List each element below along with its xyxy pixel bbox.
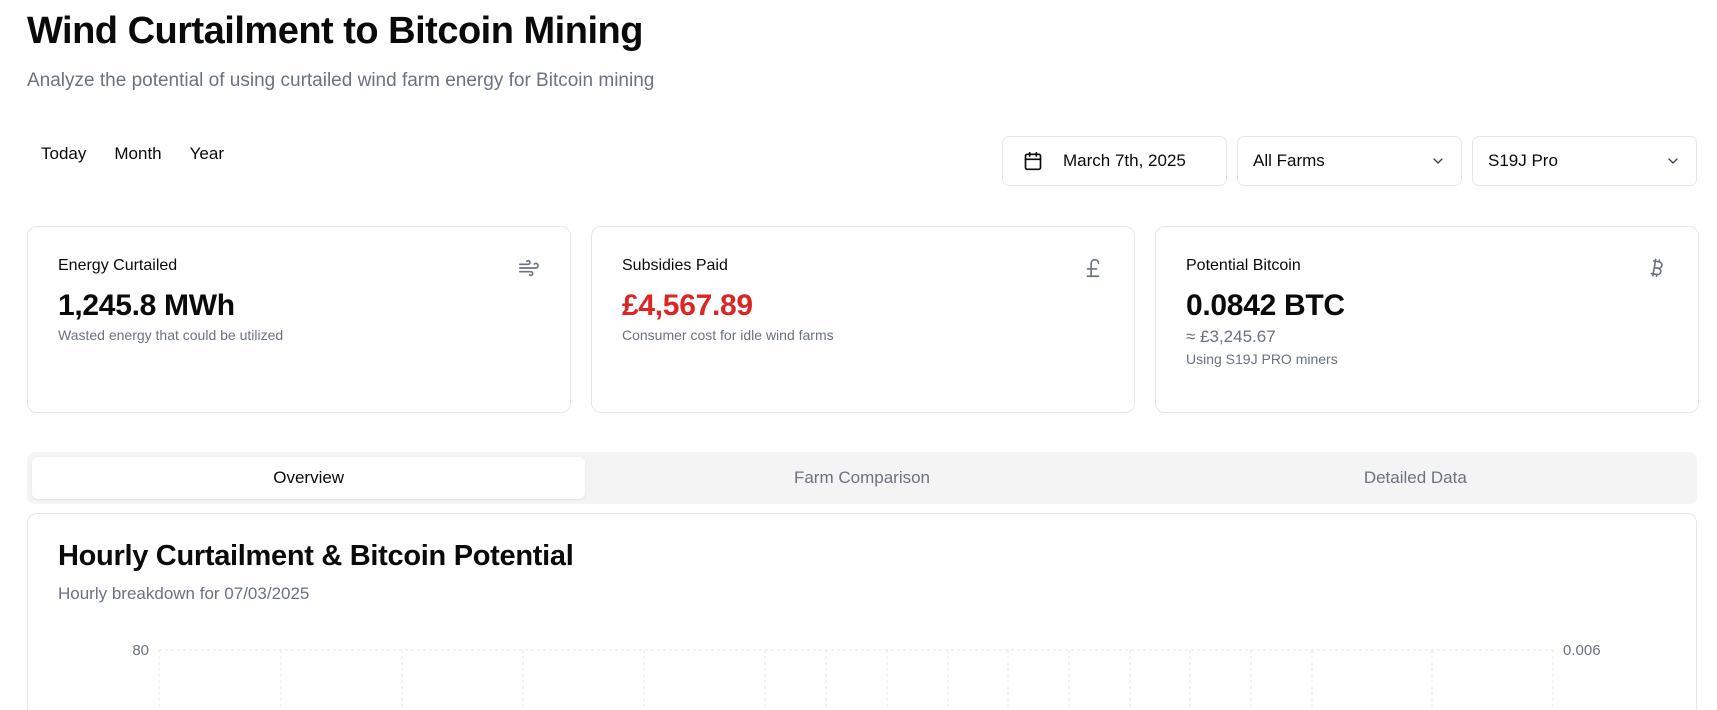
subsidies-paid-card: Subsidies Paid £4,567.89 Consumer cost f…	[591, 226, 1135, 413]
miner-select-value: S19J Pro	[1488, 151, 1558, 170]
period-tab-year[interactable]: Year	[176, 136, 238, 172]
y-left-tick-label: 80	[132, 642, 149, 659]
card-title: Subsidies Paid	[622, 257, 728, 274]
y-right-tick-label: 0.006	[1563, 642, 1601, 659]
chart-plot: 80 0.006	[132, 642, 1601, 710]
potential-bitcoin-card: Potential Bitcoin 0.0842 BTC ≈ £3,245.67…	[1155, 226, 1699, 413]
card-value: 0.0842 BTC	[1186, 289, 1345, 322]
filters-bar: March 7th, 2025 All Farms S19J Pro	[1002, 136, 1697, 186]
pound-icon	[1082, 257, 1104, 285]
miner-select[interactable]: S19J Pro	[1472, 136, 1697, 186]
card-title: Potential Bitcoin	[1186, 257, 1301, 274]
tab-detailed-data[interactable]: Detailed Data	[1139, 457, 1692, 499]
date-picker-label: March 7th, 2025	[1063, 151, 1186, 170]
farm-select-value: All Farms	[1253, 151, 1325, 170]
wind-icon	[518, 257, 540, 285]
calendar-icon	[1024, 151, 1042, 171]
card-title: Energy Curtailed	[58, 257, 178, 274]
chevron-down-icon	[1668, 158, 1678, 164]
hourly-chart-card: Hourly Curtailment & Bitcoin Potential H…	[27, 513, 1697, 710]
farm-select[interactable]: All Farms	[1237, 136, 1462, 186]
tab-overview[interactable]: Overview	[32, 457, 586, 499]
main-tabs: Overview Farm Comparison Detailed Data	[27, 452, 1697, 504]
card-description: Using S19J PRO miners	[1186, 351, 1338, 367]
chevron-down-icon	[1433, 158, 1443, 164]
period-tabs: Today Month Year	[27, 136, 238, 172]
date-picker-button[interactable]: March 7th, 2025	[1002, 136, 1227, 186]
card-description: Wasted energy that could be utilized	[58, 327, 284, 343]
page-title: Wind Curtailment to Bitcoin Mining	[27, 10, 643, 52]
summary-cards: Energy Curtailed 1,245.8 MWh Wasted ener…	[27, 226, 1699, 413]
period-tab-today[interactable]: Today	[27, 136, 100, 172]
card-value: £4,567.89	[622, 289, 753, 322]
tab-farm-comparison[interactable]: Farm Comparison	[585, 457, 1138, 499]
energy-curtailed-card: Energy Curtailed 1,245.8 MWh Wasted ener…	[27, 226, 571, 413]
bitcoin-icon	[1646, 257, 1668, 285]
period-tab-month[interactable]: Month	[100, 136, 175, 172]
card-value: 1,245.8 MWh	[58, 289, 235, 322]
card-description: Consumer cost for idle wind farms	[622, 327, 834, 343]
card-sub-value: ≈ £3,245.67	[1186, 327, 1276, 346]
page-subtitle: Analyze the potential of using curtailed…	[27, 70, 655, 91]
